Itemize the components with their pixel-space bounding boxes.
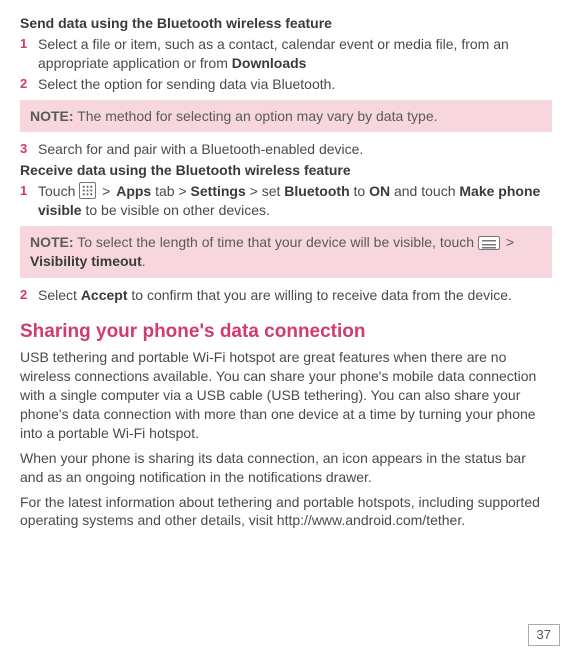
note-box: NOTE: The method for selecting an option… <box>20 100 552 133</box>
step-text: to <box>350 183 369 199</box>
breadcrumb-sep: > <box>96 183 116 199</box>
body-paragraph: When your phone is sharing its data conn… <box>20 449 552 487</box>
step-number: 1 <box>20 182 27 200</box>
body-paragraph: USB tethering and portable Wi-Fi hotspot… <box>20 348 552 442</box>
note-box: NOTE: To select the length of time that … <box>20 226 552 278</box>
bluetooth-label: Bluetooth <box>284 183 349 199</box>
step-number: 2 <box>20 286 27 304</box>
note-text: To select the length of time that your d… <box>74 234 478 250</box>
step-2: 2 Select Accept to confirm that you are … <box>38 286 552 305</box>
settings-label: Settings <box>191 183 246 199</box>
note-text: . <box>142 253 146 269</box>
downloads-label: Downloads <box>232 55 307 71</box>
step-text: > set <box>246 183 285 199</box>
breadcrumb-sep: > <box>500 234 516 250</box>
step-text: to be visible on other devices. <box>82 202 270 218</box>
step-text: Touch <box>38 183 79 199</box>
note-label: NOTE: <box>30 234 74 250</box>
step-1: 1 Touch > Apps tab > Settings > set Blue… <box>38 182 552 220</box>
step-text: Select <box>38 287 81 303</box>
receive-data-steps: 1 Touch > Apps tab > Settings > set Blue… <box>20 182 552 220</box>
step-number: 1 <box>20 35 27 53</box>
accept-label: Accept <box>81 287 128 303</box>
send-data-steps-cont: 3 Search for and pair with a Bluetooth-e… <box>20 140 552 159</box>
on-label: ON <box>369 183 390 199</box>
send-data-steps: 1 Select a file or item, such as a conta… <box>20 35 552 94</box>
receive-data-steps-cont: 2 Select Accept to confirm that you are … <box>20 286 552 305</box>
visibility-timeout-label: Visibility timeout <box>30 253 142 269</box>
step-text: to confirm that you are willing to recei… <box>128 287 512 303</box>
step-number: 3 <box>20 140 27 158</box>
page-number: 37 <box>528 624 560 646</box>
menu-icon <box>478 236 500 250</box>
sharing-heading: Sharing your phone's data connection <box>20 319 552 345</box>
step-3: 3 Search for and pair with a Bluetooth-e… <box>38 140 552 159</box>
body-paragraph: For the latest information about tetheri… <box>20 493 552 531</box>
step-number: 2 <box>20 75 27 93</box>
receive-data-heading: Receive data using the Bluetooth wireles… <box>20 161 552 180</box>
step-text: Select the option for sending data via B… <box>38 76 335 92</box>
step-text: and touch <box>390 183 459 199</box>
apps-label: Apps <box>116 183 151 199</box>
note-text: The method for selecting an option may v… <box>74 108 438 124</box>
send-data-heading: Send data using the Bluetooth wireless f… <box>20 14 552 33</box>
apps-grid-icon <box>79 182 96 199</box>
step-2: 2 Select the option for sending data via… <box>38 75 552 94</box>
step-text: Search for and pair with a Bluetooth-ena… <box>38 141 363 157</box>
step-text: tab > <box>151 183 190 199</box>
step-1: 1 Select a file or item, such as a conta… <box>38 35 552 73</box>
note-label: NOTE: <box>30 108 74 124</box>
